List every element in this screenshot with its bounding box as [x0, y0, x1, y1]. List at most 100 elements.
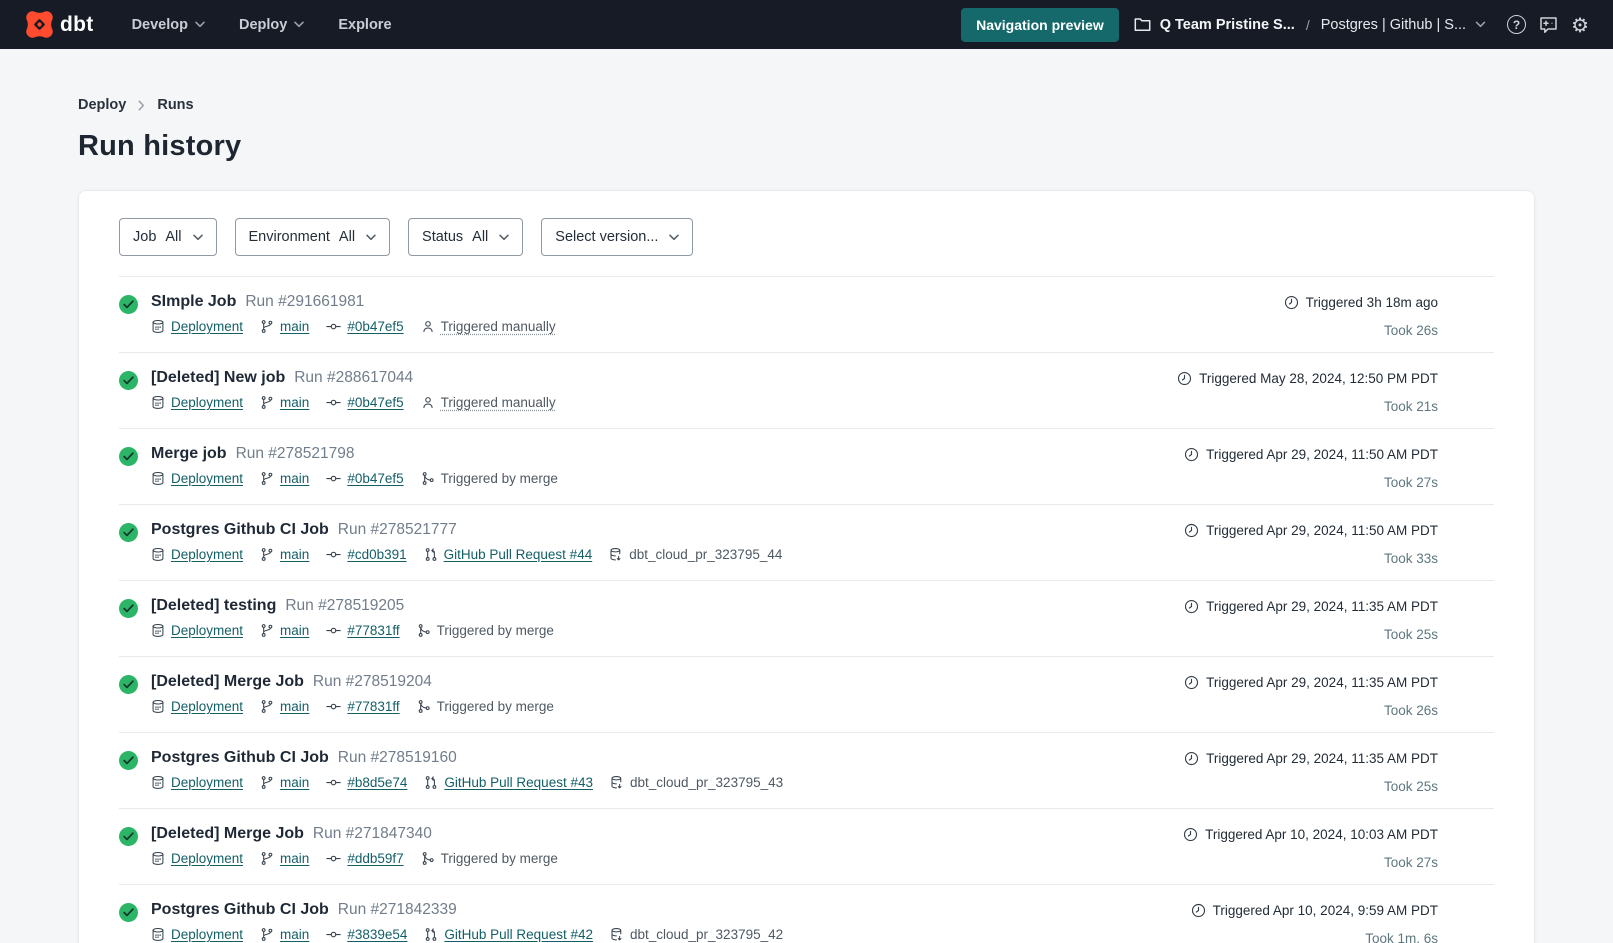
commit-link[interactable]: #cd0b391 [347, 547, 406, 562]
branch-meta: main [260, 927, 309, 942]
run-job-name[interactable]: [Deleted] New job [151, 369, 285, 387]
commit-link[interactable]: #0b47ef5 [347, 471, 403, 486]
navigation-preview-button[interactable]: Navigation preview [961, 8, 1119, 42]
dbt-logo[interactable]: dbt [25, 10, 94, 39]
project-name: Postgres | Github | S... [1321, 17, 1466, 33]
run-row[interactable]: [Deleted] Merge Job Run #278519204 [119, 657, 1494, 733]
run-duration: Took 21s [1384, 399, 1438, 414]
run-success-icon [119, 903, 138, 922]
run-job-name[interactable]: Merge job [151, 445, 227, 463]
environment-link[interactable]: Deployment [171, 851, 243, 866]
run-job-name[interactable]: SImple Job [151, 293, 236, 311]
run-row[interactable]: [Deleted] Merge Job Run #271847340 [119, 809, 1494, 885]
database-icon [151, 623, 165, 638]
nav-menu-deploy-label: Deploy [239, 17, 287, 33]
pull-request-icon [424, 927, 438, 942]
commit-link[interactable]: #0b47ef5 [347, 395, 403, 410]
brand-wordmark: dbt [60, 13, 94, 37]
environment-link[interactable]: Deployment [171, 699, 243, 714]
commit-link[interactable]: #0b47ef5 [347, 319, 403, 334]
branch-link[interactable]: main [280, 471, 309, 486]
help-icon[interactable]: ? [1507, 15, 1526, 34]
schema-meta: dbt_cloud_pr_323795_44 [609, 547, 782, 562]
git-merge-icon [417, 623, 431, 638]
git-commit-icon [326, 623, 341, 638]
pull-request-link[interactable]: GitHub Pull Request #42 [444, 927, 593, 942]
status-filter-value: All [472, 229, 488, 245]
environment-link[interactable]: Deployment [171, 319, 243, 334]
commit-meta: #ddb59f7 [326, 851, 403, 866]
pull-request-link[interactable]: GitHub Pull Request #44 [444, 547, 593, 562]
clock-icon [1183, 827, 1198, 842]
feedback-bubble-icon[interactable] [1539, 16, 1558, 34]
branch-link[interactable]: main [280, 699, 309, 714]
nav-menu-develop[interactable]: Develop [132, 17, 205, 33]
chevron-down-icon [195, 21, 205, 28]
commit-link[interactable]: #3839e54 [347, 927, 407, 942]
run-job-name[interactable]: Postgres Github CI Job [151, 749, 329, 767]
run-job-name[interactable]: Postgres Github CI Job [151, 521, 329, 539]
git-merge-icon [417, 699, 431, 714]
filters-bar: Job All Environment All Status All Selec… [119, 218, 1494, 256]
environment-link[interactable]: Deployment [171, 471, 243, 486]
gear-icon[interactable]: ⚙ [1571, 15, 1589, 35]
branch-link[interactable]: main [280, 623, 309, 638]
clock-icon [1284, 295, 1299, 310]
breadcrumb-runs[interactable]: Runs [157, 97, 193, 113]
commit-meta: #cd0b391 [326, 547, 406, 562]
run-job-name[interactable]: [Deleted] testing [151, 597, 276, 615]
branch-link[interactable]: main [280, 395, 309, 410]
branch-link[interactable]: main [280, 927, 309, 942]
commit-link[interactable]: #77831ff [347, 699, 399, 714]
environment-link[interactable]: Deployment [171, 775, 243, 790]
status-filter-dropdown[interactable]: Status All [408, 218, 523, 256]
run-list: SImple Job Run #291661981 [119, 277, 1494, 943]
run-row[interactable]: Postgres Github CI Job Run #278519160 [119, 733, 1494, 809]
environment-meta: Deployment [151, 851, 243, 866]
commit-meta: #b8d5e74 [326, 775, 407, 790]
pull-request-link[interactable]: GitHub Pull Request #43 [444, 775, 593, 790]
run-row[interactable]: SImple Job Run #291661981 [119, 277, 1494, 353]
account-project-switcher[interactable]: Q Team Pristine S... / Postgres | Github… [1134, 17, 1486, 33]
run-row[interactable]: Postgres Github CI Job Run #271842339 [119, 885, 1494, 943]
branch-link[interactable]: main [280, 851, 309, 866]
triggered-time: Triggered Apr 29, 2024, 11:50 AM PDT [1206, 447, 1438, 462]
run-id: Run #271842339 [338, 901, 457, 919]
nav-menu-deploy[interactable]: Deploy [239, 17, 304, 33]
breadcrumb-deploy[interactable]: Deploy [78, 97, 126, 113]
job-filter-dropdown[interactable]: Job All [119, 218, 217, 256]
run-job-name[interactable]: [Deleted] Merge Job [151, 673, 304, 691]
run-row[interactable]: [Deleted] New job Run #288617044 [119, 353, 1494, 429]
trigger-manual-meta: Triggered manually [421, 395, 556, 410]
trigger-label[interactable]: Triggered manually [441, 395, 556, 410]
environment-filter-dropdown[interactable]: Environment All [235, 218, 391, 256]
environment-link[interactable]: Deployment [171, 547, 243, 562]
run-job-name[interactable]: [Deleted] Merge Job [151, 825, 304, 843]
branch-link[interactable]: main [280, 547, 309, 562]
version-filter-dropdown[interactable]: Select version... [541, 218, 693, 256]
run-row[interactable]: Postgres Github CI Job Run #278521777 [119, 505, 1494, 581]
git-commit-icon [326, 927, 341, 942]
run-id: Run #278519205 [285, 597, 404, 615]
environment-link[interactable]: Deployment [171, 395, 243, 410]
git-branch-icon [260, 547, 274, 562]
nav-menu-explore[interactable]: Explore [338, 17, 391, 33]
run-row[interactable]: Merge job Run #278521798 [119, 429, 1494, 505]
branch-link[interactable]: main [280, 319, 309, 334]
git-merge-icon [421, 851, 435, 866]
trigger-label[interactable]: Triggered manually [441, 319, 556, 334]
run-job-name[interactable]: Postgres Github CI Job [151, 901, 329, 919]
branch-meta: main [260, 775, 309, 790]
database-icon [151, 471, 165, 486]
branch-meta: main [260, 699, 309, 714]
git-branch-icon [260, 319, 274, 334]
environment-link[interactable]: Deployment [171, 623, 243, 638]
environment-link[interactable]: Deployment [171, 927, 243, 942]
commit-link[interactable]: #77831ff [347, 623, 399, 638]
run-row[interactable]: [Deleted] testing Run #278519205 [119, 581, 1494, 657]
commit-link[interactable]: #ddb59f7 [347, 851, 403, 866]
job-filter-label: Job [133, 229, 156, 245]
git-commit-icon [326, 471, 341, 486]
commit-link[interactable]: #b8d5e74 [347, 775, 407, 790]
branch-link[interactable]: main [280, 775, 309, 790]
